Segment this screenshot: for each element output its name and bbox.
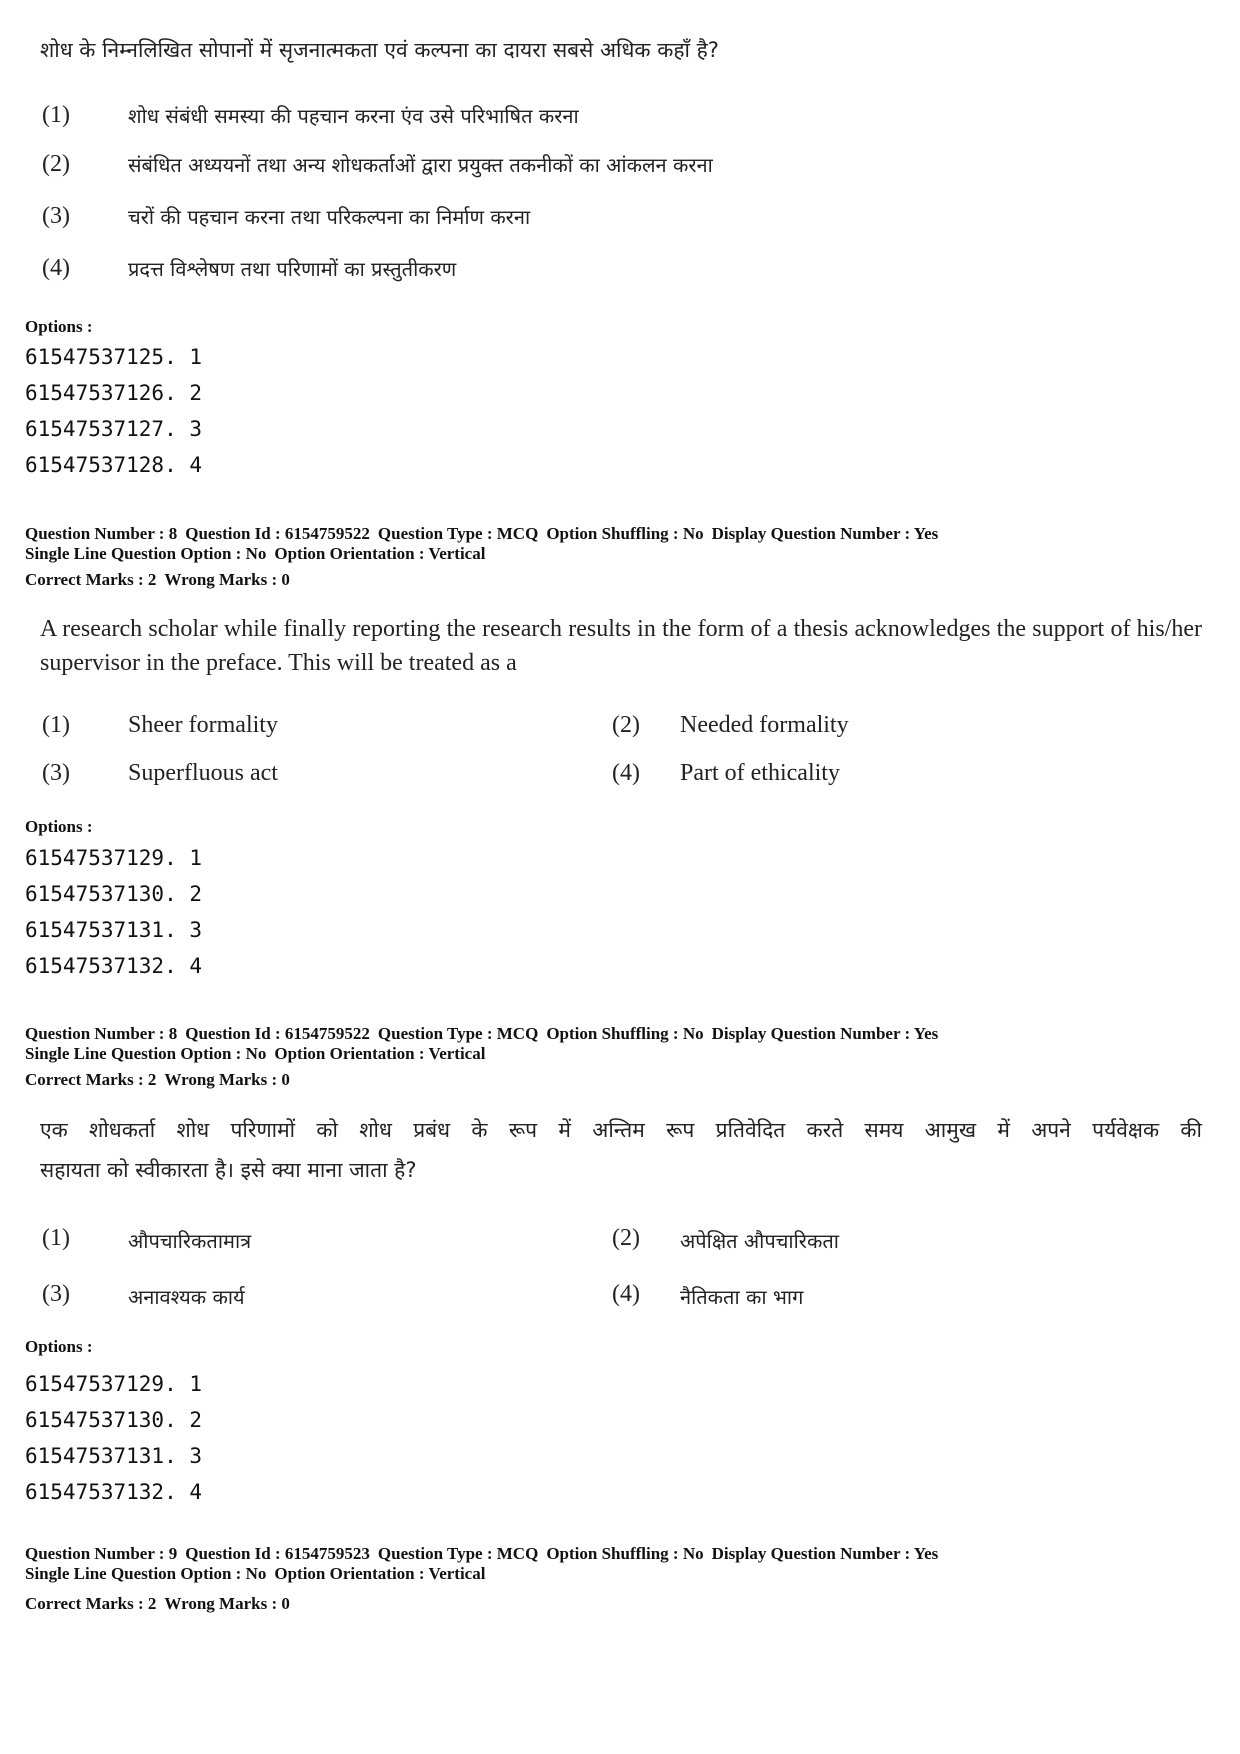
question-meta-line2: Single Line Question Option : No Option O… xyxy=(25,544,485,564)
option-code: 61547537130. 2 xyxy=(25,1408,203,1432)
question-text-line2: सहायता को स्वीकारता है। इसे क्या माना जा… xyxy=(40,1158,417,1182)
question-meta-line1: Question Number : 8 Question Id : 6154759… xyxy=(25,524,938,544)
display-question-number: Display Question Number : Yes xyxy=(711,1024,939,1043)
item-text: अपेक्षित औपचारिकता xyxy=(680,1229,839,1253)
option-code: 61547537125. 1 xyxy=(25,345,203,369)
item-number: (4) xyxy=(42,255,70,281)
question-type: Question Type : MCQ xyxy=(377,1024,539,1043)
question-id: Question Id : 6154759522 xyxy=(185,524,370,543)
item-text: संबंधित अध्ययनों तथा अन्य शोधकर्ताओं द्व… xyxy=(128,153,713,177)
item-number: (1) xyxy=(42,1225,70,1251)
question-marks: Correct Marks : 2 Wrong Marks : 0 xyxy=(25,1594,290,1614)
display-question-number: Display Question Number : Yes xyxy=(711,524,939,543)
single-line-option: Single Line Question Option : No xyxy=(25,1564,267,1583)
item-number: (4) xyxy=(612,1281,640,1307)
item-text: अनावश्यक कार्य xyxy=(128,1285,245,1309)
option-orientation: Option Orientation : Vertical xyxy=(274,1044,486,1063)
display-question-number: Display Question Number : Yes xyxy=(711,1544,939,1563)
question-text: शोध के निम्नलिखित सोपानों में सृजनात्मकत… xyxy=(40,38,719,62)
wrong-marks: Wrong Marks : 0 xyxy=(164,570,290,589)
option-code: 61547537131. 3 xyxy=(25,918,203,942)
wrong-marks: Wrong Marks : 0 xyxy=(164,1594,290,1613)
question-text-line1: एक शोधकर्ता शोध परिणामों को शोध प्रबंध क… xyxy=(40,1118,1202,1142)
option-orientation: Option Orientation : Vertical xyxy=(274,544,486,563)
correct-marks: Correct Marks : 2 xyxy=(25,570,157,589)
question-number: Question Number : 8 xyxy=(25,1024,178,1043)
option-code: 61547537129. 1 xyxy=(25,846,203,870)
single-line-option: Single Line Question Option : No xyxy=(25,1044,267,1063)
single-line-option: Single Line Question Option : No xyxy=(25,544,267,563)
question-meta-line2: Single Line Question Option : No Option O… xyxy=(25,1044,485,1064)
item-number: (3) xyxy=(42,760,70,786)
item-number: (1) xyxy=(42,712,70,738)
question-meta-line1: Question Number : 9 Question Id : 6154759… xyxy=(25,1544,938,1564)
option-code: 61547537132. 4 xyxy=(25,954,203,978)
options-label: Options : xyxy=(25,317,93,336)
item-text: Needed formality xyxy=(680,712,849,738)
options-label: Options : xyxy=(25,1337,93,1356)
item-number: (2) xyxy=(612,1225,640,1251)
item-number: (2) xyxy=(612,712,640,738)
question-number: Question Number : 9 xyxy=(25,1544,178,1563)
question-type: Question Type : MCQ xyxy=(377,1544,539,1563)
item-text: औपचारिकतामात्र xyxy=(128,1229,252,1253)
option-code: 61547537129. 1 xyxy=(25,1372,203,1396)
correct-marks: Correct Marks : 2 xyxy=(25,1070,157,1089)
option-shuffling: Option Shuffling : No xyxy=(546,524,704,543)
item-text: Sheer formality xyxy=(128,712,278,738)
option-orientation: Option Orientation : Vertical xyxy=(274,1564,486,1583)
question-meta-line2: Single Line Question Option : No Option O… xyxy=(25,1564,485,1584)
item-text: चरों की पहचान करना तथा परिकल्पना का निर्… xyxy=(128,205,531,229)
option-code: 61547537128. 4 xyxy=(25,453,203,477)
item-text: Superfluous act xyxy=(128,760,278,786)
option-code: 61547537130. 2 xyxy=(25,882,203,906)
option-code: 61547537131. 3 xyxy=(25,1444,203,1468)
item-text: Part of ethicality xyxy=(680,760,840,786)
item-number: (3) xyxy=(42,1281,70,1307)
question-meta-line1: Question Number : 8 Question Id : 6154759… xyxy=(25,1024,938,1044)
option-shuffling: Option Shuffling : No xyxy=(546,1024,704,1043)
item-number: (2) xyxy=(42,151,70,177)
option-shuffling: Option Shuffling : No xyxy=(546,1544,704,1563)
item-text: शोध संबंधी समस्या की पहचान करना एंव उसे … xyxy=(128,104,579,128)
question-marks: Correct Marks : 2 Wrong Marks : 0 xyxy=(25,570,290,590)
correct-marks: Correct Marks : 2 xyxy=(25,1594,157,1613)
wrong-marks: Wrong Marks : 0 xyxy=(164,1070,290,1089)
option-code: 61547537132. 4 xyxy=(25,1480,203,1504)
question-text: A research scholar while finally reporti… xyxy=(40,616,1202,676)
item-text: नैतिकता का भाग xyxy=(680,1285,804,1309)
question-marks: Correct Marks : 2 Wrong Marks : 0 xyxy=(25,1070,290,1090)
question-type: Question Type : MCQ xyxy=(377,524,539,543)
item-number: (1) xyxy=(42,102,70,128)
option-code: 61547537126. 2 xyxy=(25,381,203,405)
question-id: Question Id : 6154759523 xyxy=(185,1544,370,1563)
item-number: (3) xyxy=(42,203,70,229)
option-code: 61547537127. 3 xyxy=(25,417,203,441)
question-id: Question Id : 6154759522 xyxy=(185,1024,370,1043)
item-number: (4) xyxy=(612,760,640,786)
item-text: प्रदत्त विश्लेषण तथा परिणामों का प्रस्तु… xyxy=(128,257,457,281)
question-number: Question Number : 8 xyxy=(25,524,178,543)
options-label: Options : xyxy=(25,817,93,836)
